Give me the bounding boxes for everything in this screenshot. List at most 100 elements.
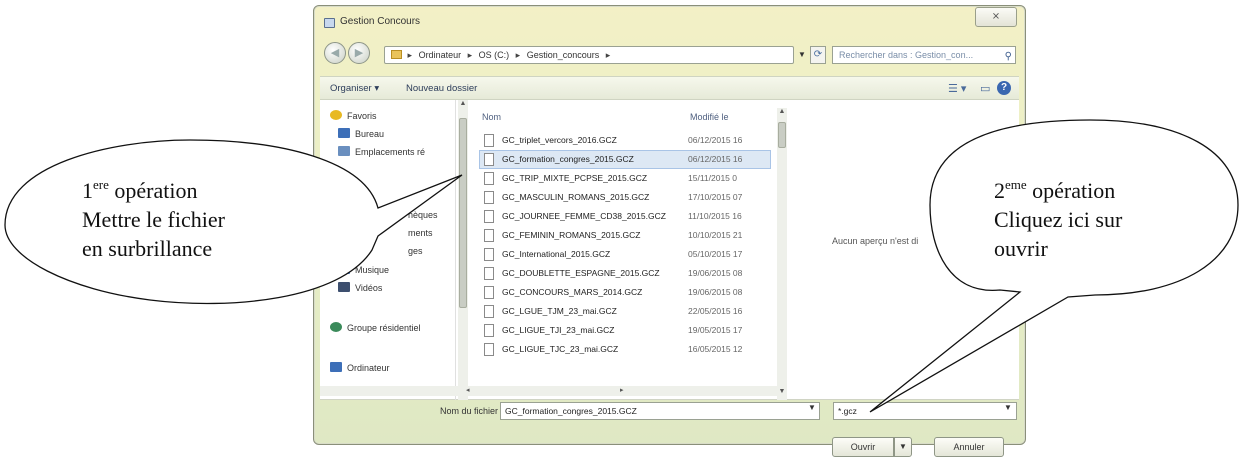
preview-message: Aucun aperçu n'est di — [832, 236, 919, 246]
homegroup-icon — [330, 322, 342, 332]
file-row[interactable]: GC_International_2015.GCZ 05/10/2015 17 — [480, 246, 770, 263]
organize-menu[interactable]: Organiser ▾ — [330, 83, 379, 94]
sidebar-item-groupe-residentiel[interactable]: Groupe résidentiel — [330, 322, 421, 333]
sidebar-item-ordinateur[interactable]: Ordinateur — [330, 362, 390, 373]
horizontal-scrollbar[interactable]: ◂ ▸ — [320, 386, 780, 396]
file-name: GC_CONCOURS_MARS_2014.GCZ — [502, 287, 643, 297]
file-date: 06/12/2015 16 — [688, 154, 743, 164]
callout-text-first: 1ere opération Mettre le fichier en surb… — [82, 177, 225, 261]
chevron-down-icon[interactable]: ▼ — [1004, 403, 1012, 412]
file-icon — [484, 248, 494, 261]
help-icon[interactable]: ? — [997, 81, 1011, 95]
sidebar-item-videos[interactable]: Vidéos — [338, 282, 382, 293]
file-row[interactable]: GC_formation_congres_2015.GCZ 06/12/2015 … — [479, 150, 771, 169]
file-row[interactable]: GC_CONCOURS_MARS_2014.GCZ 19/06/2015 08 — [480, 284, 770, 301]
window-icon — [324, 18, 335, 28]
video-icon — [338, 282, 350, 292]
scroll-thumb[interactable] — [778, 122, 786, 148]
close-button[interactable]: ⨯ — [975, 7, 1017, 27]
forward-button[interactable]: ▶ — [348, 42, 370, 64]
filename-label: Nom du fichier : — [440, 406, 504, 416]
search-icon: ⚲ — [1004, 51, 1012, 62]
sidebar-item-bureau[interactable]: Bureau — [338, 128, 384, 139]
title-bar: Gestion Concours ⨯ — [314, 6, 1025, 36]
file-date: 15/11/2015 0 — [688, 173, 737, 183]
scroll-up-icon[interactable]: ▲ — [458, 100, 468, 107]
dialog-body: ◀ ▶ ▸ Ordinateur ▸ OS (C:) ▸ Gestion_con… — [320, 36, 1019, 457]
file-name: GC_International_2015.GCZ — [502, 249, 611, 259]
address-bar[interactable]: ▸ Ordinateur ▸ OS (C:) ▸ Gestion_concour… — [384, 46, 794, 64]
scroll-up-icon[interactable]: ▲ — [777, 108, 787, 115]
file-icon — [484, 305, 494, 318]
file-date: 19/05/2015 17 — [688, 325, 743, 335]
cancel-button[interactable]: Annuler — [934, 437, 1004, 457]
back-button[interactable]: ◀ — [324, 42, 346, 64]
preview-pane-icon[interactable]: ▭ — [980, 82, 990, 95]
file-type-select[interactable]: *.gcz — [833, 402, 1017, 420]
file-icon — [484, 267, 494, 280]
file-row[interactable]: GC_LGUE_TJM_23_mai.GCZ 22/05/2015 16 — [480, 303, 770, 320]
callout-text-second: 2eme opération Cliquez ici sur ouvrir — [994, 177, 1123, 261]
file-date: 06/12/2015 16 — [688, 135, 743, 145]
file-icon — [484, 134, 494, 147]
file-name: GC_FEMININ_ROMANS_2015.GCZ — [502, 230, 641, 240]
file-row[interactable]: GC_LIGUE_TJI_23_mai.GCZ 19/05/2015 17 — [480, 322, 770, 339]
search-input[interactable]: Rechercher dans : Gestion_con... ⚲ — [832, 46, 1016, 64]
open-dropdown-button[interactable]: ▼ — [894, 437, 912, 457]
file-date: 19/06/2015 08 — [688, 287, 743, 297]
file-name: GC_DOUBLETTE_ESPAGNE_2015.GCZ — [502, 268, 660, 278]
desktop-icon — [338, 128, 350, 138]
breadcrumb-ordinateur[interactable]: Ordinateur — [419, 50, 462, 60]
file-open-dialog: Gestion Concours ⨯ ◀ ▶ ▸ Ordinateur ▸ OS… — [313, 5, 1026, 457]
sidebar-item-emplacements[interactable]: Emplacements ré — [338, 146, 425, 157]
scroll-left-icon[interactable]: ◂ — [466, 386, 470, 394]
filename-field[interactable]: GC_formation_congres_2015.GCZ — [500, 402, 820, 420]
file-row[interactable]: GC_triplet_vercors_2016.GCZ 06/12/2015 16 — [480, 132, 770, 149]
file-name: GC_formation_congres_2015.GCZ — [502, 154, 634, 164]
file-icon — [484, 324, 494, 337]
refresh-button[interactable]: ⟳ — [810, 46, 826, 64]
file-date: 19/06/2015 08 — [688, 268, 743, 278]
sidebar-item-musique[interactable]: Musique — [338, 264, 389, 275]
sidebar-scrollbar[interactable]: ▲ ▼ — [458, 100, 468, 400]
sidebar-item-bibliotheques[interactable]: hèques — [408, 210, 438, 220]
file-list: Nom Modifié le GC_triplet_vercors_2016.G… — [472, 100, 774, 400]
column-header-modified[interactable]: Modifié le — [690, 112, 729, 122]
computer-icon — [330, 362, 342, 372]
content-area: Favoris Bureau Emplacements ré hèques me… — [320, 100, 1019, 400]
address-dropdown-icon[interactable]: ▼ — [796, 46, 808, 64]
breadcrumb-gestion-concours[interactable]: Gestion_concours — [527, 50, 600, 60]
file-list-scrollbar[interactable]: ▲ ▼ — [777, 108, 787, 400]
file-icon — [484, 229, 494, 242]
scroll-thumb[interactable] — [459, 118, 467, 308]
file-name: GC_triplet_vercors_2016.GCZ — [502, 135, 617, 145]
chevron-down-icon[interactable]: ▼ — [808, 403, 816, 412]
scroll-right-icon[interactable]: ▸ — [620, 386, 624, 394]
file-date: 16/05/2015 12 — [688, 344, 743, 354]
file-row[interactable]: GC_MASCULIN_ROMANS_2015.GCZ 17/10/2015 07 — [480, 189, 770, 206]
file-name: GC_TRIP_MIXTE_PCPSE_2015.GCZ — [502, 173, 648, 183]
sidebar-item-favoris[interactable]: Favoris — [330, 110, 377, 121]
chevron-right-icon: ▸ — [515, 50, 521, 60]
chevron-right-icon: ▸ — [605, 50, 611, 60]
view-options-icon[interactable]: ☰ ▾ — [948, 82, 966, 95]
navigation-pane: Favoris Bureau Emplacements ré hèques me… — [320, 100, 456, 400]
file-name: GC_LGUE_TJM_23_mai.GCZ — [502, 306, 617, 316]
file-row[interactable]: GC_TRIP_MIXTE_PCPSE_2015.GCZ 15/11/2015 0 — [480, 170, 770, 187]
sidebar-item-documents[interactable]: ments — [408, 228, 433, 238]
open-button[interactable]: Ouvrir — [832, 437, 894, 457]
file-row[interactable]: GC_LIGUE_TJC_23_mai.GCZ 16/05/2015 12 — [480, 341, 770, 358]
file-icon — [484, 153, 494, 166]
file-date: 05/10/2015 17 — [688, 249, 743, 259]
file-row[interactable]: GC_FEMININ_ROMANS_2015.GCZ 10/10/2015 21 — [480, 227, 770, 244]
column-header-name[interactable]: Nom — [482, 112, 501, 122]
recent-places-icon — [338, 146, 350, 156]
file-row[interactable]: GC_JOURNEE_FEMME_CD38_2015.GCZ 11/10/2015… — [480, 208, 770, 225]
file-name: GC_LIGUE_TJC_23_mai.GCZ — [502, 344, 619, 354]
chevron-right-icon: ▸ — [467, 50, 473, 60]
new-folder-button[interactable]: Nouveau dossier — [406, 83, 477, 94]
file-row[interactable]: GC_DOUBLETTE_ESPAGNE_2015.GCZ 19/06/2015 … — [480, 265, 770, 282]
breadcrumb-os-c[interactable]: OS (C:) — [479, 50, 510, 60]
file-date: 17/10/2015 07 — [688, 192, 743, 202]
sidebar-item-images[interactable]: ges — [408, 246, 423, 256]
